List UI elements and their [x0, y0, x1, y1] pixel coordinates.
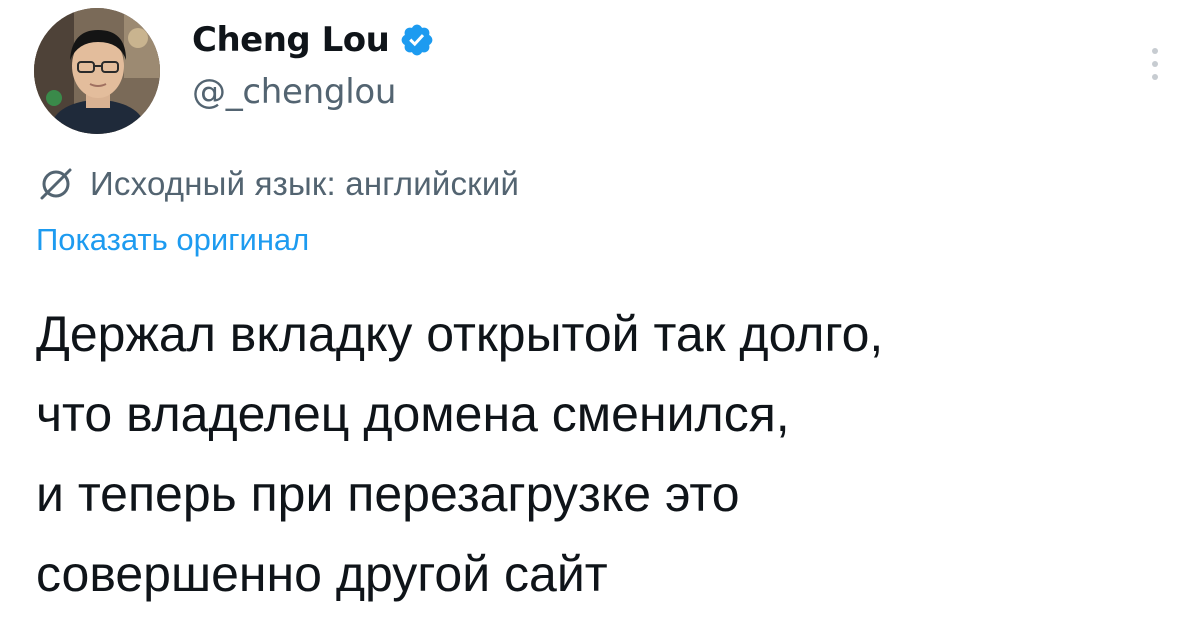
- avatar-photo: [34, 8, 160, 134]
- avatar[interactable]: [34, 8, 160, 134]
- tweet-text-line: и теперь при перезагрузке это: [36, 466, 740, 522]
- tweet-card: Cheng Lou @_chenglou Исходный язык: англ…: [0, 0, 1200, 631]
- show-original-link[interactable]: Показать оригинал: [36, 222, 309, 258]
- tweet-text: Держал вкладку открытой так долго, что в…: [36, 294, 1176, 614]
- translate-globe-icon: [36, 164, 76, 204]
- more-options-button[interactable]: [1138, 40, 1172, 88]
- tweet-text-line: что владелец домена сменился,: [36, 386, 790, 442]
- author-handle[interactable]: @_chenglou: [192, 72, 396, 112]
- author-display-name[interactable]: Cheng Lou: [192, 20, 390, 60]
- tweet-text-line: Держал вкладку открытой так долго,: [36, 306, 884, 362]
- more-vertical-icon: [1152, 48, 1158, 54]
- verified-badge-icon[interactable]: [399, 22, 435, 58]
- more-vertical-icon-dot: [1152, 61, 1158, 67]
- translation-source-language: Исходный язык: английский: [90, 165, 520, 202]
- more-vertical-icon-dot: [1152, 74, 1158, 80]
- tweet-text-line: совершенно другой сайт: [36, 546, 608, 602]
- translation-notice: Исходный язык: английский: [36, 162, 519, 206]
- author-name-row: Cheng Lou: [192, 16, 435, 64]
